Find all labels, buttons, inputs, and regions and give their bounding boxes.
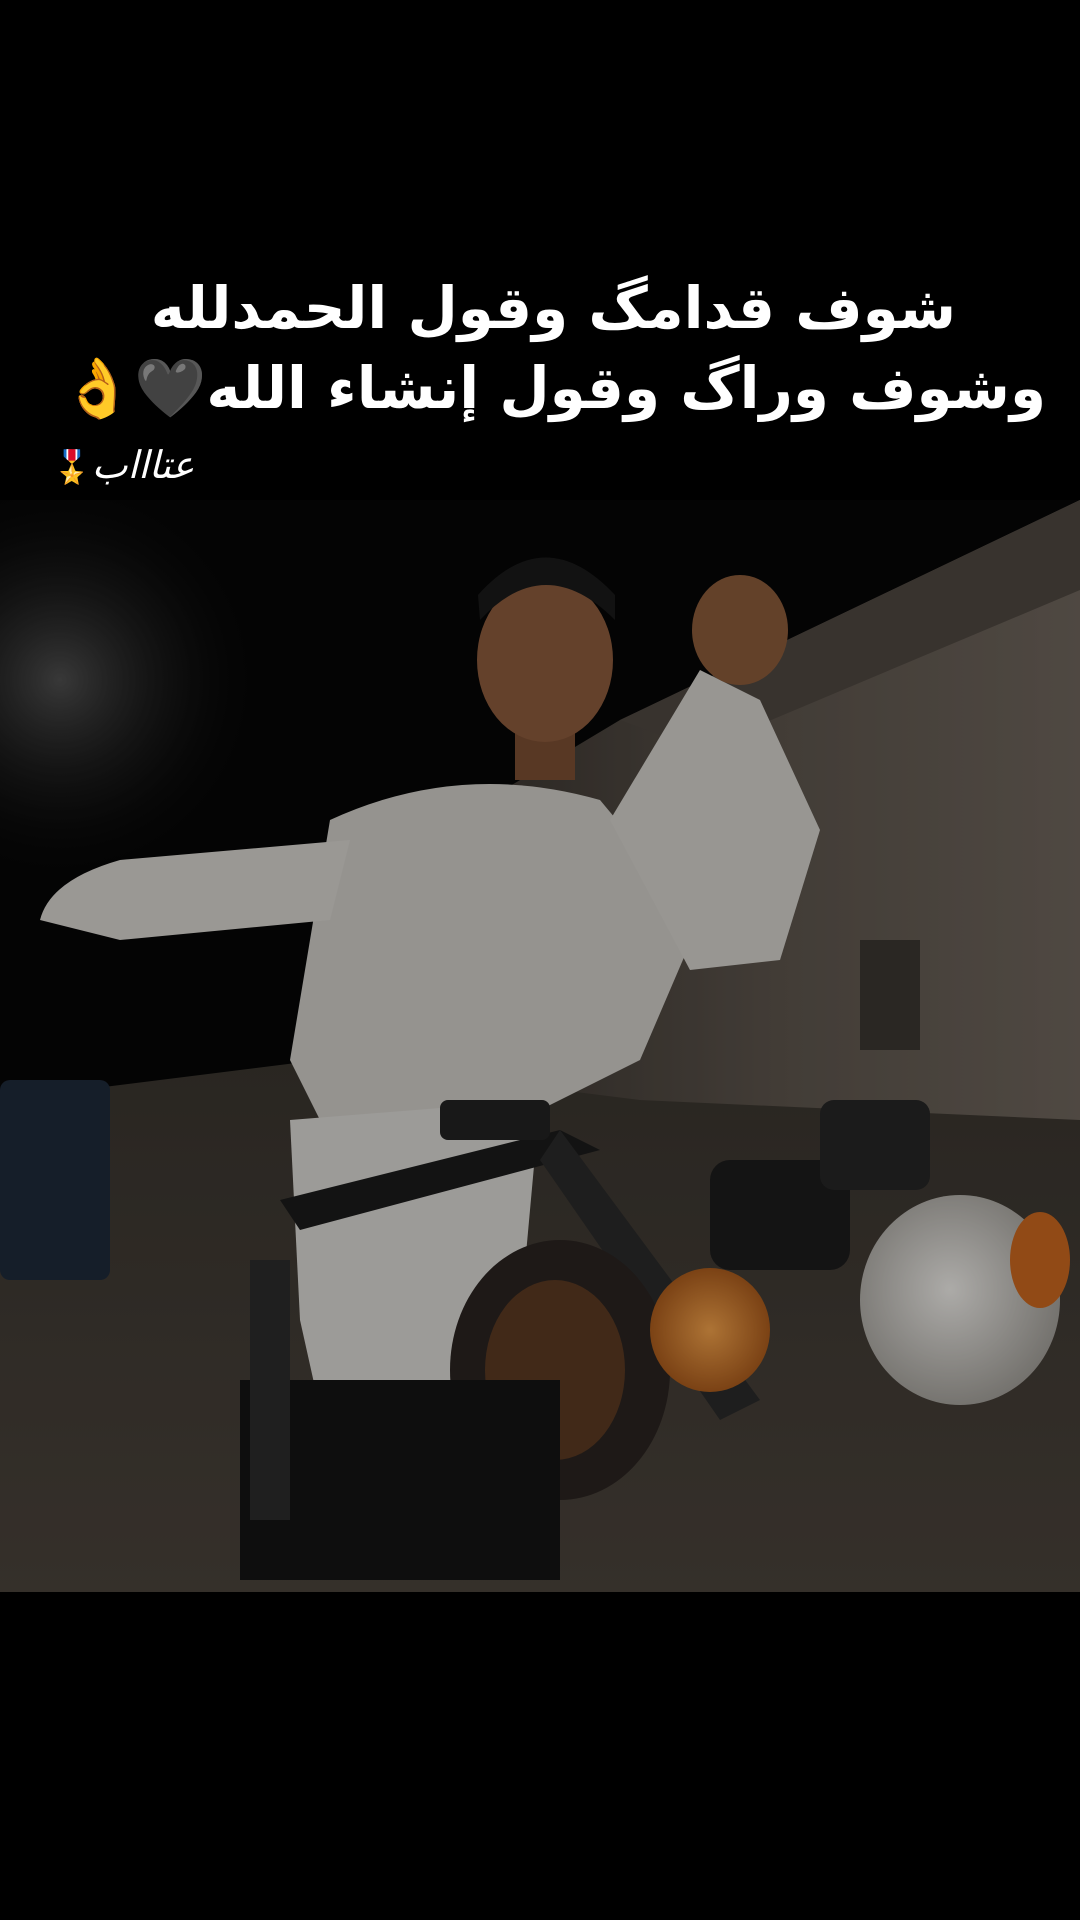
- caption-text: شوف قدامگ وقول الحمدلله وشوف وراگ وقول إ…: [26, 268, 1046, 428]
- signature: عتاااب🎖️: [52, 440, 194, 492]
- photo-illustration: [0, 500, 1080, 1592]
- medal-icon: 🎖️: [52, 448, 92, 486]
- photo-man-on-motorcycle: [0, 500, 1080, 1592]
- signature-text: عتاااب: [91, 443, 195, 487]
- heart-ok-emoji: 🖤👌: [61, 354, 207, 422]
- caption-line-1: شوف قدامگ وقول الحمدلله: [150, 274, 956, 342]
- caption-line-2-text: وشوف وراگ وقول إنشاء الله: [206, 354, 1046, 422]
- dim-overlay: [0, 500, 1080, 1592]
- video-frame: شوف قدامگ وقول الحمدلله وشوف وراگ وقول إ…: [0, 0, 1080, 1920]
- caption-line-2: وشوف وراگ وقول إنشاء الله🖤👌: [26, 348, 1046, 428]
